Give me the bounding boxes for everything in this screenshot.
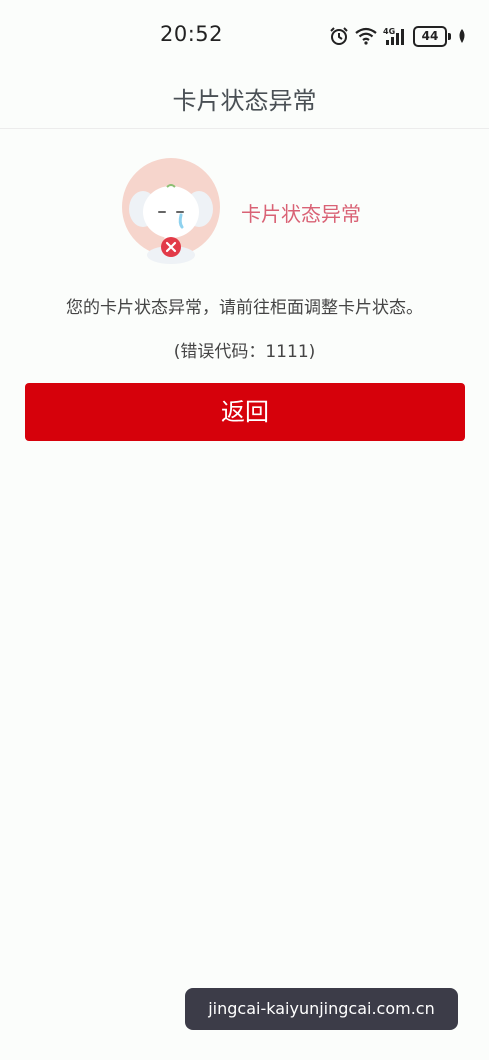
wifi-icon bbox=[355, 27, 377, 45]
leaf-icon bbox=[457, 28, 467, 44]
crying-elephant-icon bbox=[122, 158, 220, 264]
status-time: 20:52 bbox=[160, 22, 224, 46]
page-title: 卡片状态异常 bbox=[172, 87, 317, 115]
alarm-icon bbox=[329, 26, 349, 46]
battery-icon: 44 bbox=[413, 25, 451, 47]
nav-bar: 卡片状态异常 bbox=[0, 70, 489, 129]
watermark: jingcai-kaiyunjingcai.com.cn bbox=[185, 988, 458, 1030]
battery-level: 44 bbox=[413, 25, 447, 47]
error-code: (错误代码：1111) bbox=[173, 342, 316, 362]
network-label: 4G bbox=[383, 27, 395, 36]
status-message: 您的卡片状态异常，请前往柜面调整卡片状态。 bbox=[66, 298, 423, 318]
status-heading: 卡片状态异常 bbox=[241, 202, 361, 226]
signal-4g-icon: 4G bbox=[383, 26, 407, 46]
status-card: 卡片状态异常 bbox=[0, 150, 489, 270]
status-bar: 20:52 4G 44 bbox=[0, 0, 489, 70]
back-button[interactable]: 返回 bbox=[25, 383, 465, 441]
status-icons: 4G 44 bbox=[329, 24, 467, 48]
